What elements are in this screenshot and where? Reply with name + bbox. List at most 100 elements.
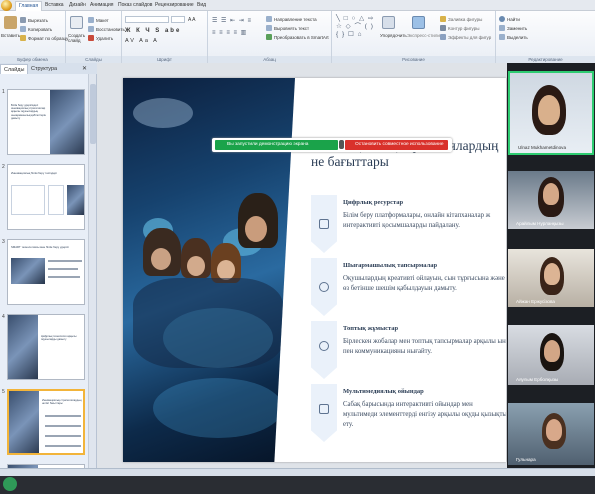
align-text-label: Выровнять текст [274,25,310,31]
slide-thumb-2[interactable]: 2 Инновациялық білім беру тәсілдері [0,164,97,237]
layout-icon [88,17,94,23]
slide-canvas: Инновациялық стратегиялардың не бағыттар… [97,63,509,468]
tab-home[interactable]: Главная [15,1,43,11]
participant-tile-speaker[interactable]: Ulnaz Mukhametdinova [508,71,594,155]
pin-icon[interactable] [339,140,344,149]
participant-face [544,263,560,285]
align-text-button[interactable]: Выровнять текст [266,25,309,31]
quick-styles-button[interactable]: Экспресс-стили [407,33,440,38]
font-size-select[interactable] [171,16,185,23]
item-heading: Мультимедиялық ойындар [343,388,424,395]
item-text: Оқушылардың креативті ойлауын, сын тұрғы… [343,275,505,292]
shape-outline-label: Контур фигуры [448,25,480,31]
text-direction-button[interactable]: Направление текста [266,16,317,22]
people-icon [319,341,329,351]
ribbon-tab-bar: Главная Вставка Дизайн Анимация Показ сл… [0,0,595,11]
tab-outline[interactable]: Структура [28,64,60,74]
copy-icon [20,26,26,32]
align-buttons-icon[interactable]: ≡ ≡ ≡ ≡ ▥ [212,29,247,36]
puzzle-icon [319,404,329,414]
format-painter-button[interactable]: Формат по образцу [20,35,68,41]
participant-tile[interactable]: Аяулым Ерболқызы [508,325,594,385]
item-heading: Цифрлық ресурстар [343,199,404,206]
font-color-buttons[interactable]: AV Aa A [125,38,159,44]
participant-tile[interactable]: Арайлым Нурланқызы [508,171,594,229]
layout-label: Макет [96,17,109,23]
effects-icon [440,34,446,40]
binoculars-icon [499,16,505,22]
participants-panel: Ulnaz Mukhametdinova Арайлым Нурланқызы … [507,63,595,468]
ribbon: Вставить Вырезать Копировать Формат по о… [0,11,595,63]
slide-thumb-4[interactable]: 4 Цифрлық технология арқылы оқушыларды д… [0,314,97,387]
screen-share-banner: Вы запустили демонстрацию экрана Останов… [212,138,452,152]
arrange-button[interactable]: Упорядочить [380,33,407,38]
font-name-select[interactable] [125,16,169,23]
copy-button[interactable]: Копировать [20,26,52,32]
slide-thumb-3[interactable]: 3 SMART технологиясы мен білім беру үдер… [0,239,97,312]
tab-view[interactable]: Вид [194,1,209,11]
layout-button[interactable]: Макет [88,17,109,23]
slide-thumb-1[interactable]: 1 Білім беру үдерісіндегі инновациялық с… [0,89,97,162]
font-style-buttons[interactable]: Ж К Ч S abe [125,28,181,34]
tab-slides[interactable]: Слайды [0,64,29,74]
find-label: Найти [507,16,520,22]
office-button-icon[interactable] [1,0,12,11]
participant-tile[interactable]: Гульнара [508,403,594,465]
thumb-preview: Білім беру үдерісіндегі инновациялық стр… [7,89,85,155]
reset-button[interactable]: Восстановить [88,26,125,32]
slide-number: 1 [2,89,5,95]
app-icon[interactable] [3,477,17,491]
shapes-gallery-icon[interactable]: ╲ □ ○ △ ⇨ ☆ ◇ ⌒ ( ) { } ☐ ⌂ [336,15,378,39]
tab-insert[interactable]: Вставка [42,1,67,11]
shape-outline-button[interactable]: Контур фигуры [440,25,479,31]
text-direction-label: Направление текста [274,16,317,22]
replace-button[interactable]: Заменить [499,25,527,31]
new-slide-button[interactable]: Создать слайд [68,33,88,43]
replace-icon [499,25,505,31]
thumb-title: Инновациялық стратегиялардың негізгі бағ… [42,399,82,406]
close-panel-icon[interactable]: ✕ [82,65,87,72]
pen-icon [440,25,446,31]
tab-animation[interactable]: Анимация [87,1,116,11]
tab-design[interactable]: Дизайн [66,1,89,11]
stop-sharing-button[interactable]: Остановить совместное использование [345,140,448,150]
find-button[interactable]: Найти [499,16,520,22]
thumb-title: Цифрлық технология арқылы оқушыларды дам… [41,335,77,342]
group-paragraph: ☰ ☰ ⇤ ⇥ ≡ ≡ ≡ ≡ ≡ ▥ Направление текста В… [208,11,332,63]
shape-effects-button[interactable]: Эффекты для фигур [440,34,491,40]
arrange-icon[interactable] [382,16,395,29]
participant-tile[interactable]: Айжан Ержусізова [508,249,594,307]
fill-bucket-icon [440,16,446,22]
group-label-slides: Слайды [66,56,121,63]
replace-label: Заменить [507,25,528,31]
panel-scrollbar[interactable] [88,74,96,484]
scrollbar-thumb[interactable] [90,84,96,144]
taskbar [0,468,595,494]
delete-button[interactable]: Удалить [88,35,113,41]
participant-face [546,419,562,441]
smartart-button[interactable]: Преобразовать в SmartArt [266,34,329,40]
participant-name: Ulnaz Mukhametdinova [518,145,567,150]
new-slide-icon[interactable] [70,16,83,29]
quick-styles-icon[interactable] [412,16,425,29]
slide-thumb-5-selected[interactable]: 5 Инновациялық стратегиялардың негізгі б… [0,389,97,462]
tab-slideshow[interactable]: Показ слайдов [115,1,155,11]
paste-icon[interactable] [4,16,17,29]
group-label-drawing: Рисование [332,56,495,63]
group-label-paragraph: Абзац [208,56,331,63]
slide-item-creative: Шығармашылық тапсырмалар Оқушылардың кре… [311,258,506,320]
select-button[interactable]: Выделить [499,34,528,40]
copy-label: Копировать [28,26,53,32]
smartart-label: Преобразовать в SmartArt [274,34,329,40]
tab-review[interactable]: Рецензирование [152,1,197,11]
reset-icon [88,26,94,32]
paste-button[interactable]: Вставить [1,33,20,38]
cursor-icon [499,34,505,40]
shape-fill-button[interactable]: Заливка фигуры [440,16,482,22]
thumb-image [11,258,45,284]
grow-shrink-font-icon[interactable]: A A [188,17,196,23]
cut-button[interactable]: Вырезать [20,17,48,23]
list-buttons-icon[interactable]: ☰ ☰ ⇤ ⇥ ≡ [212,17,252,24]
group-label-font: Шрифт [122,56,207,63]
slide-number: 5 [2,389,5,395]
